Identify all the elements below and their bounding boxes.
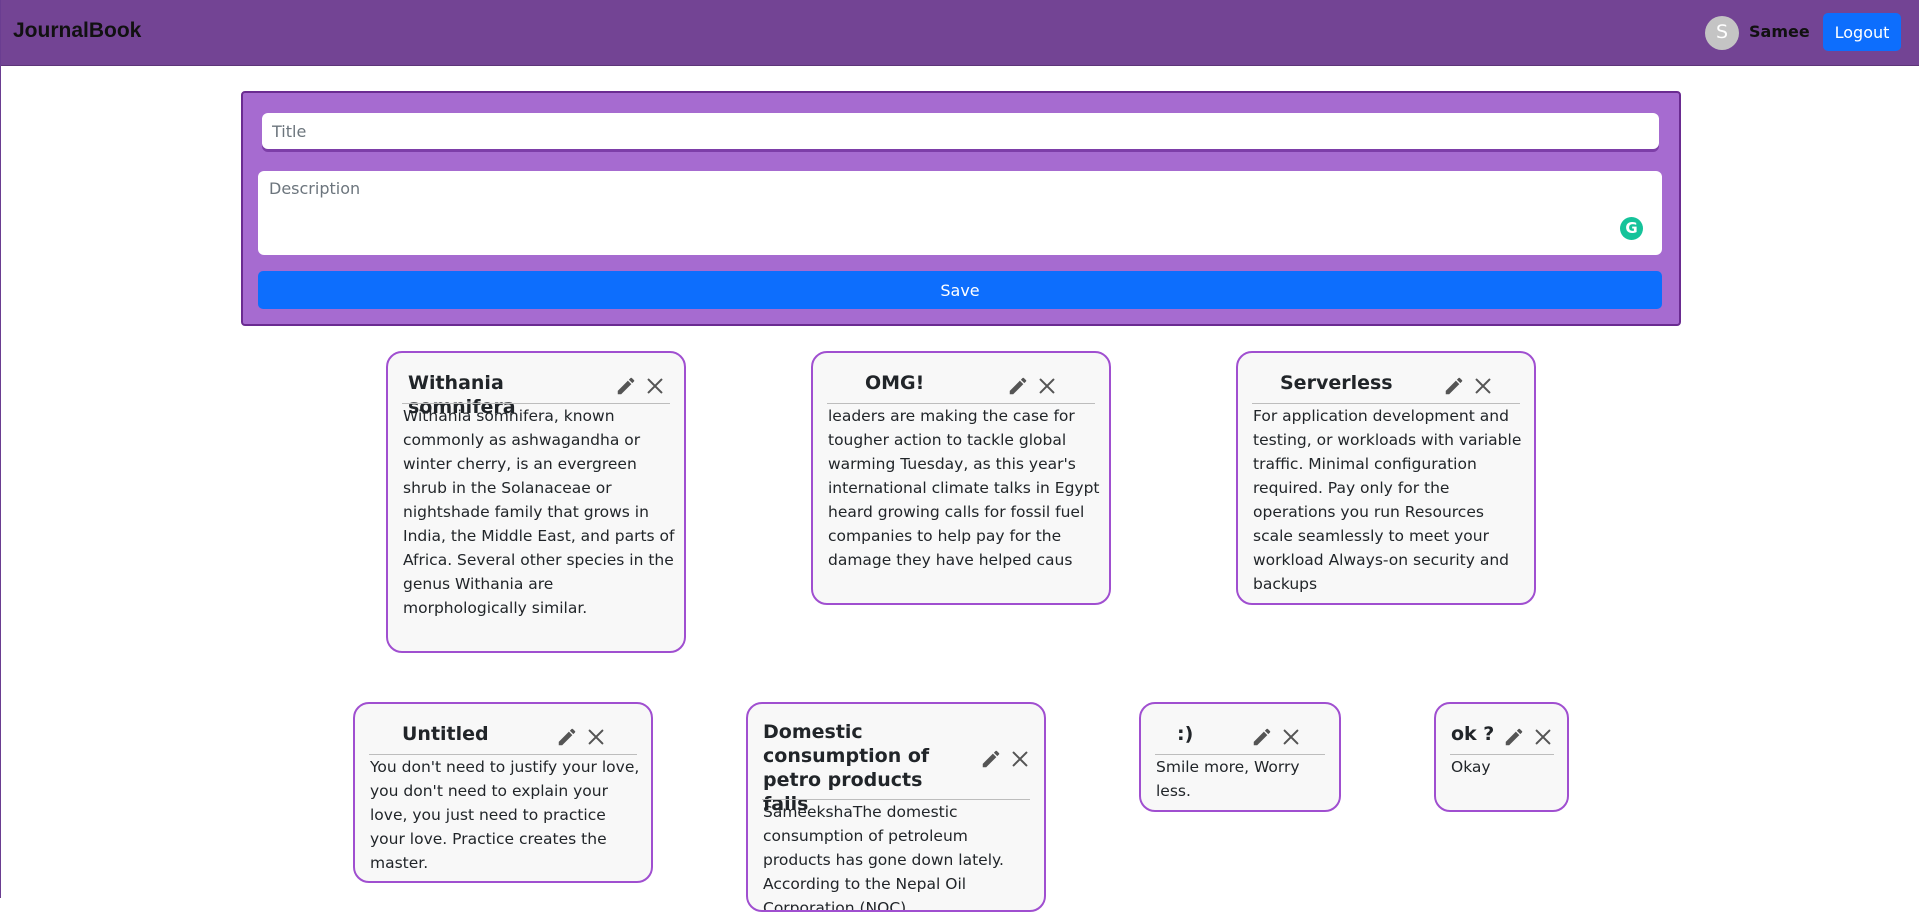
note-form: G Save: [241, 91, 1681, 326]
note-card: Serverless For application development a…: [1236, 351, 1536, 605]
avatar[interactable]: S: [1705, 16, 1739, 50]
close-icon[interactable]: [1472, 375, 1494, 397]
note-body: For application development and testing,…: [1253, 407, 1522, 593]
note-card: OMG! leaders are making the case for tou…: [811, 351, 1111, 605]
note-title: OMG!: [865, 372, 925, 394]
title-input[interactable]: [262, 113, 1659, 149]
close-icon[interactable]: [1036, 375, 1058, 397]
note-body: You don't need to justify your love, you…: [370, 758, 640, 872]
edit-icon[interactable]: [1251, 726, 1273, 748]
save-button[interactable]: Save: [258, 271, 1662, 309]
note-card: Untitled You don't need to justify your …: [353, 702, 653, 883]
note-body: leaders are making the case for tougher …: [828, 407, 1100, 569]
close-icon[interactable]: [585, 726, 607, 748]
close-icon[interactable]: [1009, 748, 1031, 770]
note-body: SameekshaThe domestic consumption of pet…: [763, 803, 1004, 912]
username: Samee: [1749, 22, 1810, 41]
description-input[interactable]: [258, 171, 1662, 255]
edit-icon[interactable]: [615, 375, 637, 397]
note-title: Untitled: [402, 723, 489, 745]
edit-icon[interactable]: [556, 726, 578, 748]
note-title: Serverless: [1280, 372, 1393, 394]
close-icon[interactable]: [644, 375, 666, 397]
note-title: :): [1177, 723, 1194, 745]
edit-icon[interactable]: [980, 748, 1002, 770]
note-title: ok ?: [1451, 723, 1495, 745]
note-body: Okay: [1451, 758, 1491, 776]
note-body: Smile more, Worry less.: [1156, 758, 1300, 800]
note-card: Domestic consumption of petro products f…: [746, 702, 1046, 912]
edit-icon[interactable]: [1503, 726, 1525, 748]
grammarly-icon[interactable]: G: [1620, 217, 1643, 240]
brand-logo[interactable]: JournalBook: [13, 19, 141, 43]
note-card: Withania somnifera Withania somnifera, k…: [386, 351, 686, 653]
logout-button[interactable]: Logout: [1823, 13, 1901, 51]
close-icon[interactable]: [1532, 726, 1554, 748]
note-card: :) Smile more, Worry less.: [1139, 702, 1341, 812]
navbar: JournalBook S Samee Logout: [1, 0, 1919, 66]
edit-icon[interactable]: [1007, 375, 1029, 397]
note-card: ok ? Okay: [1434, 702, 1569, 812]
edit-icon[interactable]: [1443, 375, 1465, 397]
close-icon[interactable]: [1280, 726, 1302, 748]
note-body: Withania somnifera, known commonly as as…: [403, 407, 675, 617]
